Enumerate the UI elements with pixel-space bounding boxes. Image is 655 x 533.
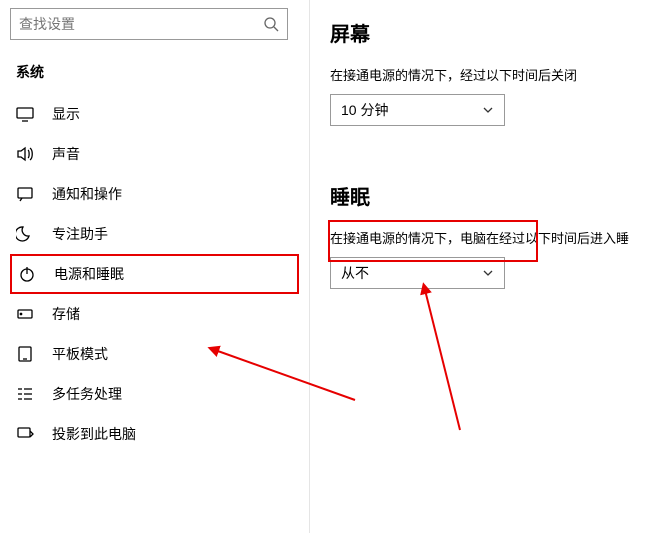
monitor-icon — [16, 105, 34, 123]
sidebar-section-label: 系统 — [16, 62, 299, 82]
sidebar-item-label: 多任务处理 — [52, 384, 122, 404]
sleep-desc: 在接通电源的情况下，电脑在经过以下时间后进入睡 — [330, 228, 655, 247]
search-icon — [263, 16, 279, 32]
notification-icon — [16, 185, 34, 203]
sleep-timeout-dropdown[interactable]: 从不 — [330, 257, 505, 289]
sidebar-item-label: 通知和操作 — [52, 184, 122, 204]
sound-icon — [16, 145, 34, 163]
sidebar-item-label: 专注助手 — [52, 224, 108, 244]
chevron-down-icon — [482, 104, 494, 116]
chevron-down-icon — [482, 267, 494, 279]
sidebar-item-power-sleep[interactable]: 电源和睡眠 — [10, 254, 299, 294]
search-input[interactable] — [19, 16, 263, 32]
sidebar-item-display[interactable]: 显示 — [10, 94, 299, 134]
power-icon — [18, 265, 36, 283]
sidebar-item-label: 平板模式 — [52, 344, 108, 364]
sidebar-item-storage[interactable]: 存储 — [10, 294, 299, 334]
search-box[interactable] — [10, 8, 288, 40]
dropdown-value: 10 分钟 — [341, 100, 388, 120]
project-icon — [16, 425, 34, 443]
storage-icon — [16, 305, 34, 323]
sidebar-item-sound[interactable]: 声音 — [10, 134, 299, 174]
sidebar-item-multitasking[interactable]: 多任务处理 — [10, 374, 299, 414]
sidebar-item-tablet[interactable]: 平板模式 — [10, 334, 299, 374]
screen-desc: 在接通电源的情况下，经过以下时间后关闭 — [330, 65, 655, 84]
sidebar-item-projecting[interactable]: 投影到此电脑 — [10, 414, 299, 454]
sidebar-item-label: 电源和睡眠 — [54, 264, 124, 284]
sidebar-item-label: 声音 — [52, 144, 80, 164]
moon-icon — [16, 225, 34, 243]
multitask-icon — [16, 385, 34, 403]
sidebar-item-label: 显示 — [52, 104, 80, 124]
screen-heading: 屏幕 — [330, 18, 655, 47]
tablet-icon — [16, 345, 34, 363]
sidebar-item-label: 投影到此电脑 — [52, 424, 136, 444]
sidebar-item-notifications[interactable]: 通知和操作 — [10, 174, 299, 214]
sidebar-item-label: 存储 — [52, 304, 80, 324]
sidebar-item-focus-assist[interactable]: 专注助手 — [10, 214, 299, 254]
dropdown-value: 从不 — [341, 263, 369, 283]
screen-timeout-dropdown[interactable]: 10 分钟 — [330, 94, 505, 126]
sleep-heading: 睡眠 — [330, 181, 655, 210]
